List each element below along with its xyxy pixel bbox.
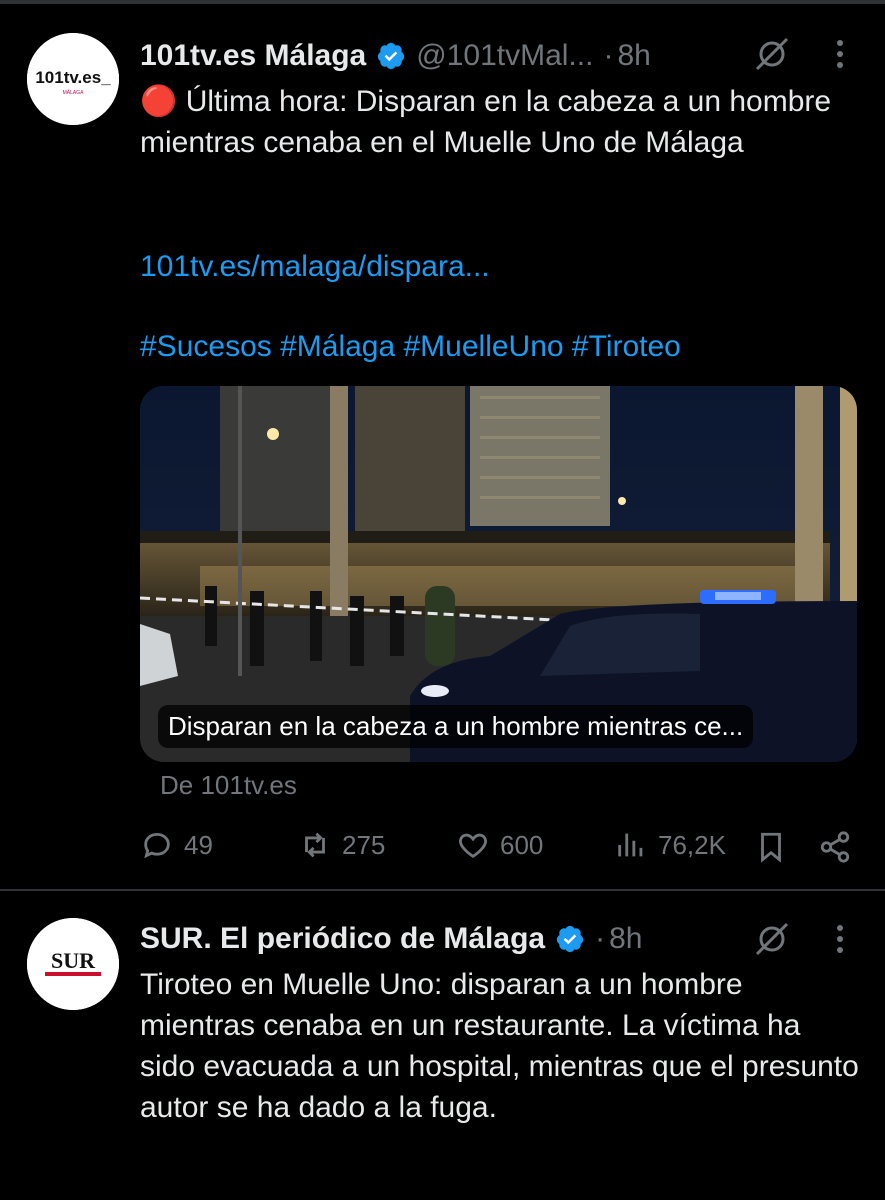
avatar-sur-text: SUR bbox=[51, 948, 96, 973]
verified-badge-icon bbox=[556, 925, 584, 953]
like-button[interactable]: 600 bbox=[456, 828, 543, 862]
author-handle[interactable]: @101tvMal... bbox=[416, 39, 593, 73]
avatar-sur[interactable]: SUR bbox=[27, 918, 119, 1010]
more-icon[interactable] bbox=[830, 919, 850, 959]
views-button[interactable]: 76,2K bbox=[614, 828, 726, 862]
author-name[interactable]: SUR. El periódico de Málaga bbox=[140, 922, 545, 956]
like-icon bbox=[459, 833, 487, 859]
bookmark-icon[interactable] bbox=[754, 830, 788, 864]
verified-badge-icon bbox=[378, 42, 405, 70]
timestamp[interactable]: 8h bbox=[609, 922, 642, 956]
avatar-101tv[interactable]: 101tv.es_ MÁLAGA bbox=[27, 33, 119, 125]
red-circle-emoji: 🔴 bbox=[140, 85, 178, 118]
share-icon[interactable] bbox=[818, 830, 852, 864]
avatar-101tv-subtext: MÁLAGA bbox=[63, 89, 85, 96]
tweet-header: 101tv.es Málaga @101tvMal... · 8h bbox=[140, 36, 651, 76]
views-count: 76,2K bbox=[658, 829, 726, 860]
repost-button[interactable]: 275 bbox=[298, 828, 385, 862]
avatar-sur-logo: SUR bbox=[27, 918, 119, 1010]
reply-button[interactable]: 49 bbox=[140, 828, 213, 862]
tweet-hashtags[interactable]: #Sucesos #Málaga #MuelleUno #Tiroteo bbox=[140, 326, 860, 367]
author-name[interactable]: 101tv.es Málaga bbox=[140, 39, 366, 73]
like-count: 600 bbox=[500, 829, 544, 860]
separator-dot: · bbox=[603, 39, 614, 72]
avatar-101tv-logo: 101tv.es_ MÁLAGA bbox=[27, 33, 119, 125]
grok-icon[interactable] bbox=[752, 34, 792, 74]
timestamp[interactable]: 8h bbox=[617, 39, 650, 73]
reply-icon bbox=[144, 832, 170, 859]
tweet-body: Tiroteo en Muelle Uno: disparan a un hom… bbox=[140, 968, 868, 1124]
separator-dot: · bbox=[595, 922, 606, 955]
tweet-text: 🔴 Última hora: Disparan en la cabeza a u… bbox=[140, 81, 860, 163]
tweet-101tv[interactable]: 101tv.es_ MÁLAGA 101tv.es Málaga @101tvM… bbox=[0, 0, 885, 890]
avatar-101tv-text: 101tv.es_ bbox=[35, 68, 111, 87]
link-card[interactable]: Disparan en la cabeza a un hombre mientr… bbox=[140, 386, 857, 762]
card-caption: Disparan en la cabeza a un hombre mientr… bbox=[158, 705, 754, 748]
action-bar: 49 275 600 76,2K bbox=[0, 828, 885, 868]
tweet-link[interactable]: 101tv.es/malaga/dispara... bbox=[140, 246, 860, 287]
card-source[interactable]: De 101tv.es bbox=[160, 770, 297, 801]
reply-count: 49 bbox=[184, 829, 213, 860]
more-icon[interactable] bbox=[830, 34, 850, 74]
tweet-header: SUR. El periódico de Málaga · 8h bbox=[140, 919, 642, 959]
views-icon bbox=[618, 833, 643, 857]
tweet-sur[interactable]: SUR SUR. El periódico de Málaga · 8h Tir… bbox=[0, 891, 885, 1200]
tweet-body: Última hora: Disparan en la cabeza a un … bbox=[140, 85, 840, 159]
repost-count: 275 bbox=[342, 829, 386, 860]
repost-icon bbox=[305, 832, 325, 858]
grok-icon[interactable] bbox=[752, 919, 792, 959]
